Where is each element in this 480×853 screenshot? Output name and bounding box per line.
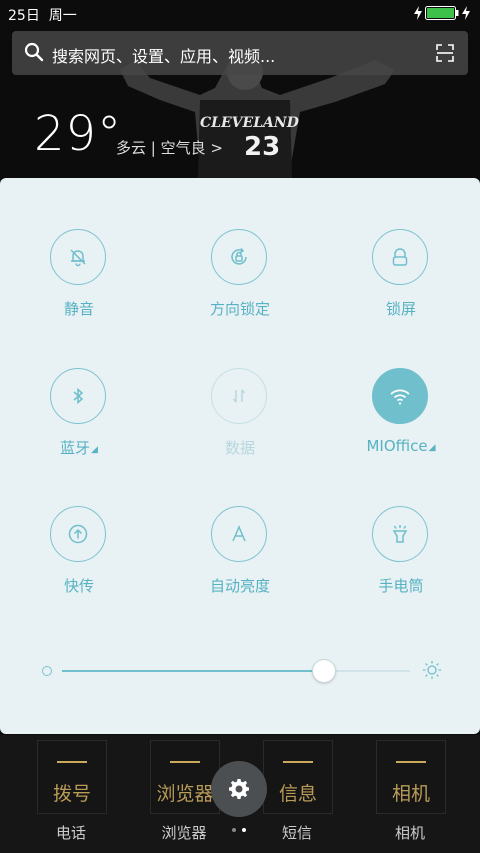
app-label: 浏览器 <box>161 824 207 842</box>
auto-brightness-icon <box>232 525 246 542</box>
rotation-lock-icon <box>231 248 247 265</box>
charging-bolt-icon <box>462 6 470 20</box>
battery-indicator <box>414 6 470 20</box>
toggle-label-text: MIOffice <box>366 437 428 455</box>
dock-app-camera[interactable]: 相机 相机 <box>370 740 450 850</box>
toggle-label: 快传 <box>63 577 94 595</box>
scan-icon[interactable] <box>436 44 454 62</box>
dock-app-messages[interactable]: 信息 短信 <box>257 740 337 850</box>
search-icon <box>24 42 44 62</box>
battery-icon <box>425 6 459 20</box>
expand-triangle-icon[interactable]: ◢ <box>429 443 436 453</box>
status-weekday: 周一 <box>48 8 77 24</box>
toggle-flashlight[interactable]: 手电筒 <box>341 506 461 616</box>
crown-ornament <box>170 751 200 763</box>
charging-bolt-icon <box>414 6 422 20</box>
toggle-label: 数据 <box>224 439 255 457</box>
brightness-thumb[interactable] <box>312 659 336 683</box>
jersey-text: CLEVELAND <box>200 115 300 131</box>
toggle-wifi[interactable]: MIOffice◢ <box>341 368 461 478</box>
app-icon-text: 拨号 <box>52 783 91 805</box>
dock-app-phone[interactable]: 拨号 电话 <box>31 740 111 850</box>
app-label: 相机 <box>394 824 425 842</box>
crown-ornament <box>283 751 313 763</box>
data-arrows-icon <box>232 389 246 403</box>
toggle-label: 静音 <box>63 300 94 318</box>
toggle-circle[interactable] <box>211 506 267 562</box>
page-indicator <box>232 828 246 832</box>
toggle-rotation-lock[interactable]: 方向锁定 <box>180 229 300 339</box>
toggle-bluetooth[interactable]: 蓝牙◢ <box>19 368 139 478</box>
control-center-panel: 静音 方向锁定 锁屏 蓝牙◢ 数据 MIOffice◢ 快传 自动亮度 手电筒 <box>0 178 480 734</box>
jersey-number: 23 <box>244 132 280 162</box>
gear-icon <box>229 779 249 799</box>
bell-off-icon <box>70 249 86 267</box>
brightness-slider[interactable] <box>40 658 442 684</box>
toggle-label-text: 蓝牙 <box>60 439 91 457</box>
toggle-label: 蓝牙◢ <box>19 437 139 458</box>
bluetooth-icon <box>73 387 84 405</box>
toggle-auto-brightness[interactable]: 自动亮度 <box>180 506 300 616</box>
messages-icon: 信息 <box>263 740 333 814</box>
wifi-icon <box>390 389 410 405</box>
search-bar[interactable]: 搜索网页、设置、应用、视频... <box>12 31 468 75</box>
lock-icon <box>392 248 408 266</box>
crown-ornament <box>57 751 87 763</box>
settings-button[interactable] <box>211 761 267 817</box>
weather-description[interactable]: 多云 | 空气良 > <box>116 137 223 158</box>
brightness-fill <box>62 670 323 672</box>
toggle-circle[interactable] <box>211 229 267 285</box>
camera-icon: 相机 <box>376 740 446 814</box>
toggle-circle[interactable] <box>372 229 428 285</box>
brightness-high-icon <box>423 661 441 679</box>
search-input[interactable]: 搜索网页、设置、应用、视频... <box>52 43 275 67</box>
toggle-label: 自动亮度 <box>209 577 270 595</box>
weather-temperature[interactable]: 29° <box>34 106 122 162</box>
page-dot <box>232 828 236 832</box>
toggle-circle[interactable] <box>372 506 428 562</box>
toggle-circle[interactable] <box>50 506 106 562</box>
page-dot-active <box>242 828 246 832</box>
app-icon-text: 浏览器 <box>156 783 214 805</box>
toggle-mute[interactable]: 静音 <box>19 229 139 339</box>
toggle-label: 方向锁定 <box>209 300 270 318</box>
toggle-mobile-data[interactable]: 数据 <box>180 368 300 478</box>
toggle-label: 手电筒 <box>378 577 424 595</box>
toggle-circle[interactable] <box>50 368 106 424</box>
app-icon-text: 信息 <box>278 783 317 805</box>
brightness-track[interactable] <box>62 670 410 672</box>
phone-icon: 拨号 <box>37 740 107 814</box>
brightness-low-icon <box>42 666 52 676</box>
toggle-circle[interactable] <box>372 368 428 424</box>
upload-icon <box>68 524 88 544</box>
toggle-lock-screen[interactable]: 锁屏 <box>341 229 461 339</box>
flashlight-icon <box>392 525 408 543</box>
app-label: 电话 <box>55 824 86 842</box>
toggle-label: 锁屏 <box>385 300 416 318</box>
toggle-label: MIOffice◢ <box>341 437 461 455</box>
status-day: 25日 <box>8 8 40 24</box>
app-label: 短信 <box>281 824 312 842</box>
toggle-quick-transfer[interactable]: 快传 <box>19 506 139 616</box>
status-bar: 25日 周一 <box>0 0 480 28</box>
toggle-circle[interactable] <box>211 368 267 424</box>
app-icon-text: 相机 <box>391 783 430 805</box>
toggle-circle[interactable] <box>50 229 106 285</box>
browser-icon: 浏览器 <box>150 740 220 814</box>
expand-triangle-icon[interactable]: ◢ <box>91 445 98 455</box>
crown-ornament <box>396 751 426 763</box>
status-date: 25日 周一 <box>8 5 77 25</box>
